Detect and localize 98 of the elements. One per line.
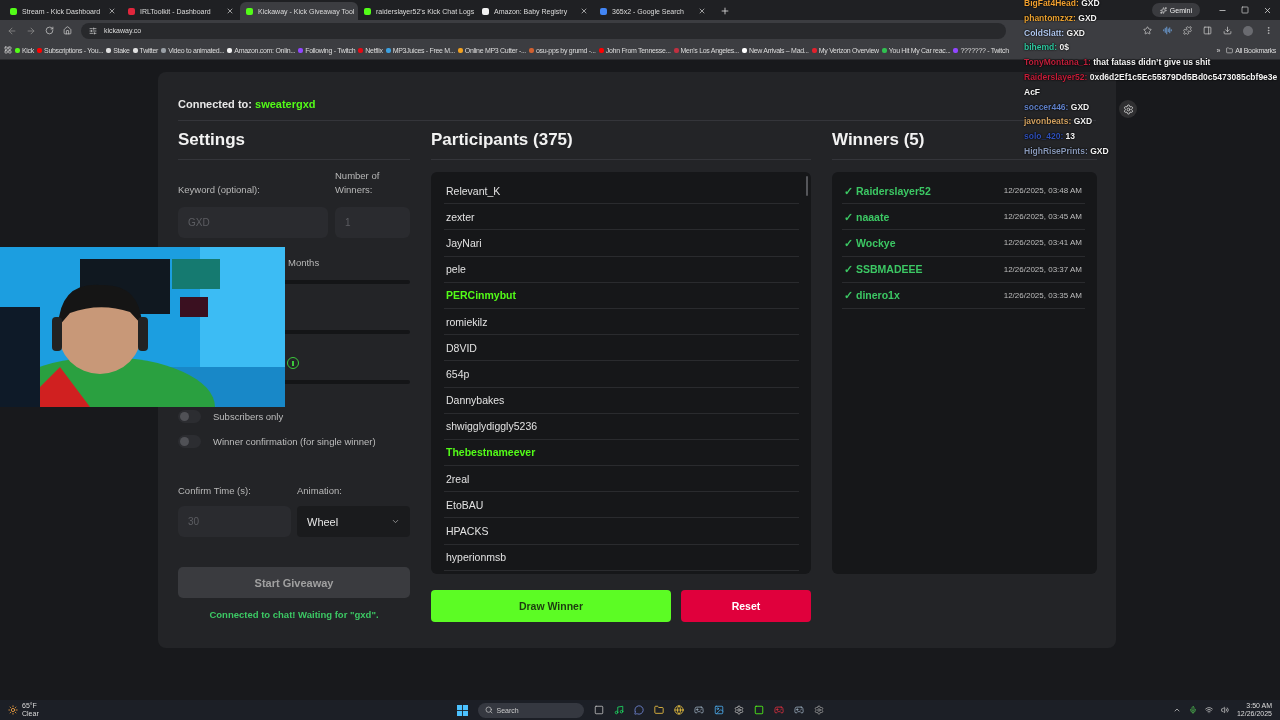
- back-icon[interactable]: [7, 25, 17, 36]
- winner-name: dinero1x: [856, 289, 900, 302]
- winner-name: Wockye: [856, 236, 896, 249]
- app-icon[interactable]: [753, 705, 764, 715]
- close-icon[interactable]: [226, 7, 234, 15]
- participant-name: Thebestnameever: [445, 446, 536, 459]
- gear-icon[interactable]: [733, 705, 744, 715]
- participant-name: 654p: [445, 367, 470, 380]
- settings-icon[interactable]: [1119, 100, 1137, 118]
- participant-name: zexter: [445, 210, 475, 223]
- forward-icon[interactable]: [26, 25, 36, 36]
- participant-name: Relevant_K: [445, 184, 501, 197]
- close-icon[interactable]: [108, 7, 116, 15]
- gear-icon[interactable]: [813, 705, 824, 715]
- chat-message: solo_420: 13: [1024, 130, 1076, 144]
- chat-status: Connected to chat! Waiting for "gxd".: [208, 609, 380, 620]
- participant-name: D8VID: [445, 341, 477, 354]
- maximize-icon[interactable]: [1241, 6, 1249, 14]
- tray-chevron-icon[interactable]: [1172, 706, 1181, 714]
- winner-time: 12/26/2025, 03:45 AM: [1003, 212, 1083, 222]
- audio-icon[interactable]: [1163, 26, 1172, 35]
- globe-icon[interactable]: [673, 705, 684, 715]
- toggle-switch[interactable]: [178, 410, 201, 423]
- close-icon[interactable]: [698, 7, 706, 15]
- toggle-label: Subscribers only: [213, 411, 284, 422]
- search-icon: [484, 706, 493, 714]
- gamepad-icon[interactable]: [793, 705, 804, 715]
- toggle-label: Winner confirmation (for single winner): [213, 436, 376, 447]
- participant-name: JayNari: [445, 236, 482, 249]
- star-icon[interactable]: [1143, 26, 1152, 35]
- winner-name: naaate: [856, 210, 890, 223]
- chat-message: ColdSlatt: GXD: [1024, 26, 1085, 40]
- chat-message: javonbeats: GXD: [1024, 115, 1093, 129]
- section-title: Participants (375): [431, 130, 811, 160]
- chevron-down-icon: [391, 517, 400, 526]
- check-mark: ✓: [844, 184, 853, 197]
- check-mark: ✓: [844, 210, 853, 223]
- chat-icon[interactable]: [633, 705, 644, 715]
- animation-dropdown[interactable]: Wheel: [297, 506, 410, 537]
- side-panel-icon[interactable]: [1203, 26, 1212, 35]
- sliders-icon[interactable]: [89, 26, 97, 35]
- participant-name: 2real: [445, 472, 470, 485]
- close-icon[interactable]: [1263, 5, 1272, 15]
- winner-time: 12/26/2025, 03:35 AM: [1003, 290, 1083, 300]
- participant-name: romiekilz: [445, 315, 488, 328]
- wifi-icon[interactable]: [1204, 706, 1213, 714]
- apps-icon[interactable]: [4, 46, 12, 54]
- toggle-switch[interactable]: [178, 435, 201, 448]
- folder-icon[interactable]: [653, 705, 664, 715]
- new-tab-icon[interactable]: [720, 6, 730, 16]
- chat-message: soccer446: GXD: [1024, 100, 1090, 114]
- participant-name: PERCinmybut: [445, 289, 516, 302]
- chat-message: HighRisePrints: GXD: [1024, 144, 1109, 158]
- draw-winner-button[interactable]: Draw Winner: [431, 590, 671, 622]
- winner-time: 12/26/2025, 03:41 AM: [1003, 238, 1083, 248]
- check-mark: ✓: [844, 289, 853, 302]
- participant-name: EtoBAU: [445, 498, 484, 511]
- sparkle-icon: [1159, 6, 1167, 14]
- download-icon[interactable]: [1223, 26, 1232, 35]
- mic-icon[interactable]: [1188, 706, 1197, 714]
- participant-name: Dannybakes: [445, 394, 505, 407]
- reload-icon[interactable]: [45, 26, 54, 35]
- field-label: Animation:: [297, 484, 343, 498]
- field-label: Months: [287, 256, 321, 270]
- participant-name: pele: [445, 263, 466, 276]
- winner-name: SSBMADEEE: [856, 263, 923, 276]
- field-label: Confirm Time (s):: [178, 484, 252, 498]
- winner-name: Raiderslayer52: [856, 184, 931, 197]
- field-label: Number of Winners:: [335, 169, 381, 197]
- winner-time: 12/26/2025, 03:48 AM: [1003, 186, 1083, 196]
- participant-name: HPACKS: [445, 525, 489, 538]
- image-icon[interactable]: [713, 705, 724, 715]
- chat-message: bihemd: 0$: [1024, 41, 1069, 55]
- home-icon[interactable]: [63, 26, 72, 35]
- gamepad-icon[interactable]: [693, 705, 704, 715]
- gamepad-icon[interactable]: [773, 705, 784, 715]
- chat-message: Raiderslayer52: 0xd6d2Ef1c5Ec55879Dd5Bd0c5473085cbf9e3eAcF: [1024, 71, 1278, 99]
- windows-icon[interactable]: [456, 704, 468, 716]
- reset-button[interactable]: Reset: [681, 590, 811, 622]
- section-title: Settings: [178, 130, 410, 160]
- check-mark: ✓: [844, 263, 853, 276]
- folder-icon: [1226, 46, 1234, 54]
- close-icon[interactable]: [580, 7, 588, 15]
- extensions-icon[interactable]: [1183, 26, 1192, 35]
- chat-message: BigFat4Head: GXD: [1024, 0, 1100, 10]
- winner-time: 12/26/2025, 03:37 AM: [1003, 264, 1083, 274]
- menu-icon[interactable]: [1264, 26, 1273, 35]
- scrollbar[interactable]: [806, 176, 808, 196]
- task-view-icon[interactable]: [593, 705, 604, 715]
- participant-name: shwigglydiggly5236: [445, 420, 538, 433]
- volume-icon[interactable]: [1220, 706, 1229, 714]
- chat-message: TonyMontana_1: that fatass didn’t give us shit: [1024, 56, 1211, 70]
- participant-name: hyperionmsb: [445, 551, 507, 564]
- weather-icon[interactable]: [8, 705, 18, 715]
- music-icon[interactable]: [613, 705, 624, 715]
- chat-message: phantomzxz: GXD: [1024, 11, 1097, 25]
- field-label: Keyword (optional):: [178, 183, 261, 197]
- check-mark: ✓: [844, 236, 853, 249]
